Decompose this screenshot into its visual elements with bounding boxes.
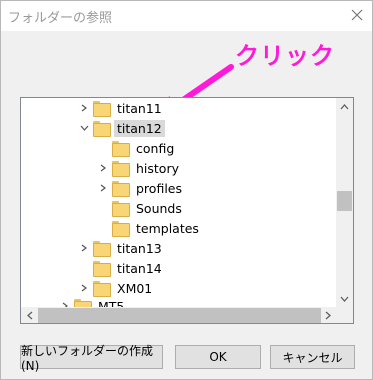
tree-node-label: config	[136, 140, 175, 156]
chevron-right-icon	[325, 311, 331, 320]
tree-node-label: profiles	[136, 180, 182, 196]
folder-icon	[93, 101, 111, 117]
title-bar: フォルダーの参照	[1, 1, 372, 31]
folder-icon	[93, 281, 111, 297]
folder-icon	[112, 221, 130, 237]
tree-node-sounds[interactable]: Sounds	[97, 198, 185, 218]
scroll-up-button[interactable]	[336, 98, 353, 115]
chevron-right-icon[interactable]	[97, 158, 109, 178]
new-folder-button[interactable]: 新しいフォルダーの作成(N)	[20, 344, 163, 373]
chevron-right-icon[interactable]	[78, 98, 90, 118]
folder-icon	[112, 181, 130, 197]
tree-node-xm01[interactable]: XM01	[78, 278, 155, 298]
folder-icon	[93, 241, 111, 257]
dialog-title: フォルダーの参照	[8, 11, 113, 26]
tree-node-label: titan11	[117, 100, 162, 116]
tree-node-label: Sounds	[136, 200, 182, 216]
folder-tree[interactable]: titan11 titan12 config history profiles …	[20, 97, 354, 324]
tree-node-label: templates	[136, 220, 199, 236]
chevron-down-icon[interactable]	[78, 118, 90, 138]
tree-node-label: XM01	[117, 280, 153, 296]
folder-icon	[112, 201, 130, 217]
tree-node-history[interactable]: history	[97, 158, 182, 178]
tree-node-label: titan12	[114, 119, 165, 137]
folder-icon	[93, 261, 111, 277]
close-button[interactable]	[344, 4, 370, 26]
tree-node-label: titan13	[117, 240, 162, 256]
tree-node-config[interactable]: config	[97, 138, 177, 158]
annotation-text: クリック	[235, 42, 335, 70]
vertical-scrollbar[interactable]	[336, 98, 353, 307]
folder-icon	[93, 121, 111, 137]
chevron-up-icon	[340, 103, 349, 109]
tree-node-titan11[interactable]: titan11	[78, 98, 165, 118]
tree-node-profiles[interactable]: profiles	[97, 178, 185, 198]
tree-node-label: MT5	[98, 298, 125, 308]
chevron-left-icon	[26, 311, 32, 320]
chevron-down-icon	[340, 296, 349, 302]
scroll-left-button[interactable]	[21, 307, 38, 323]
chevron-right-icon[interactable]	[97, 178, 109, 198]
tree-node-titan12[interactable]: titan12	[78, 118, 165, 138]
chevron-right-icon[interactable]	[59, 296, 71, 307]
cancel-button[interactable]: キャンセル	[270, 345, 355, 369]
vertical-scroll-thumb[interactable]	[337, 191, 352, 211]
chevron-right-icon[interactable]	[78, 238, 90, 258]
horizontal-scroll-thumb[interactable]	[38, 308, 321, 323]
horizontal-scrollbar[interactable]	[21, 307, 336, 323]
tree-node-titan13[interactable]: titan13	[78, 238, 165, 258]
tree-node-titan14[interactable]: titan14	[78, 258, 165, 278]
tree-node-label: history	[136, 160, 179, 176]
ok-button[interactable]: OK	[175, 345, 261, 369]
folder-icon	[74, 299, 92, 307]
folder-browse-dialog: フォルダーの参照 クリック titan11 titan12 config his…	[0, 0, 373, 380]
tree-viewport: titan11 titan12 config history profiles …	[21, 98, 336, 307]
chevron-right-icon[interactable]	[78, 278, 90, 298]
scroll-right-button[interactable]	[319, 307, 336, 323]
tree-node-mt5[interactable]: MT5	[59, 296, 127, 307]
scrollbar-corner	[336, 307, 353, 323]
tree-node-templates[interactable]: templates	[97, 218, 202, 238]
tree-node-label: titan14	[117, 260, 162, 276]
folder-icon	[112, 161, 130, 177]
folder-icon	[112, 141, 130, 157]
scroll-down-button[interactable]	[336, 290, 353, 307]
close-icon	[351, 9, 363, 21]
